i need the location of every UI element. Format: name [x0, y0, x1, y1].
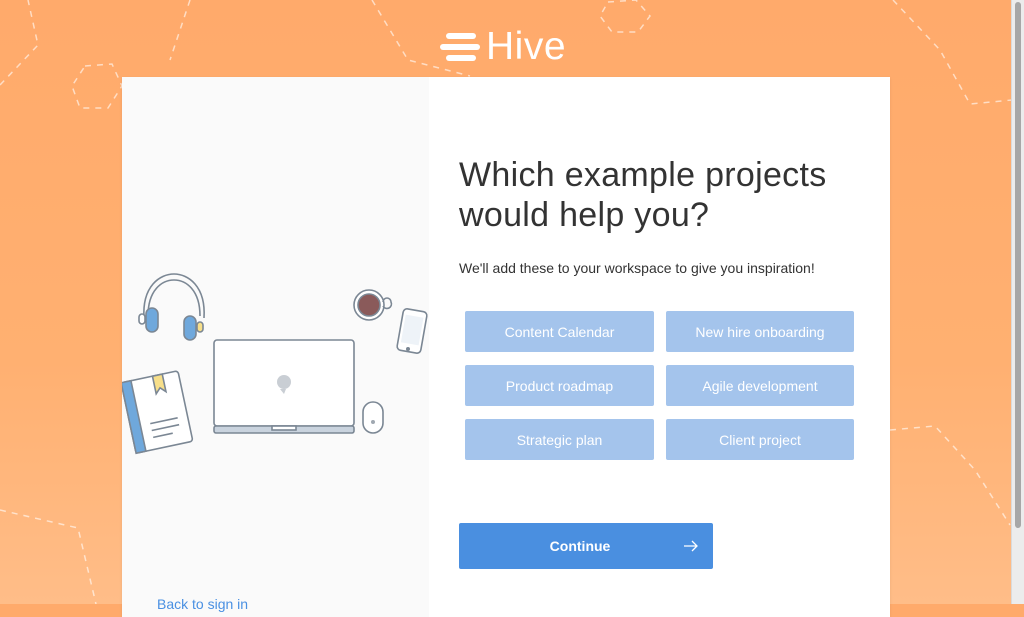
headphones-icon [138, 273, 205, 341]
project-selection-panel: Which example projects would help you? W… [429, 77, 890, 617]
option-agile-development[interactable]: Agile development [666, 365, 854, 406]
option-strategic-plan[interactable]: Strategic plan [465, 419, 654, 460]
phone-icon [396, 308, 428, 354]
page-subtitle: We'll add these to your workspace to giv… [459, 260, 815, 276]
onboarding-card: Back to sign in Which example projects w… [122, 77, 890, 617]
option-product-roadmap[interactable]: Product roadmap [465, 365, 654, 406]
hive-logo: Hive [440, 25, 567, 68]
illustration-panel: Back to sign in [122, 77, 429, 617]
page-scrollbar[interactable] [1011, 0, 1024, 604]
page-title: Which example projects would help you? [459, 156, 827, 234]
option-content-calendar[interactable]: Content Calendar [465, 311, 654, 352]
example-project-options: Content Calendar New hire onboarding Pro… [465, 311, 854, 460]
notebook-icon [122, 370, 194, 455]
workspace-illustration [122, 273, 428, 455]
back-to-sign-in-link[interactable]: Back to sign in [157, 596, 248, 612]
option-new-hire-onboarding[interactable]: New hire onboarding [666, 311, 854, 352]
scrollbar-thumb[interactable] [1015, 2, 1021, 528]
hive-logo-icon [440, 33, 480, 61]
continue-button-label: Continue [549, 538, 611, 554]
brand-name: Hive [486, 25, 567, 68]
continue-button[interactable]: Continue [459, 523, 713, 569]
laptop-icon [213, 339, 355, 434]
mouse-icon [362, 401, 384, 434]
coffee-cup-icon [353, 289, 393, 321]
option-client-project[interactable]: Client project [666, 419, 854, 460]
arrow-right-icon [684, 540, 698, 552]
